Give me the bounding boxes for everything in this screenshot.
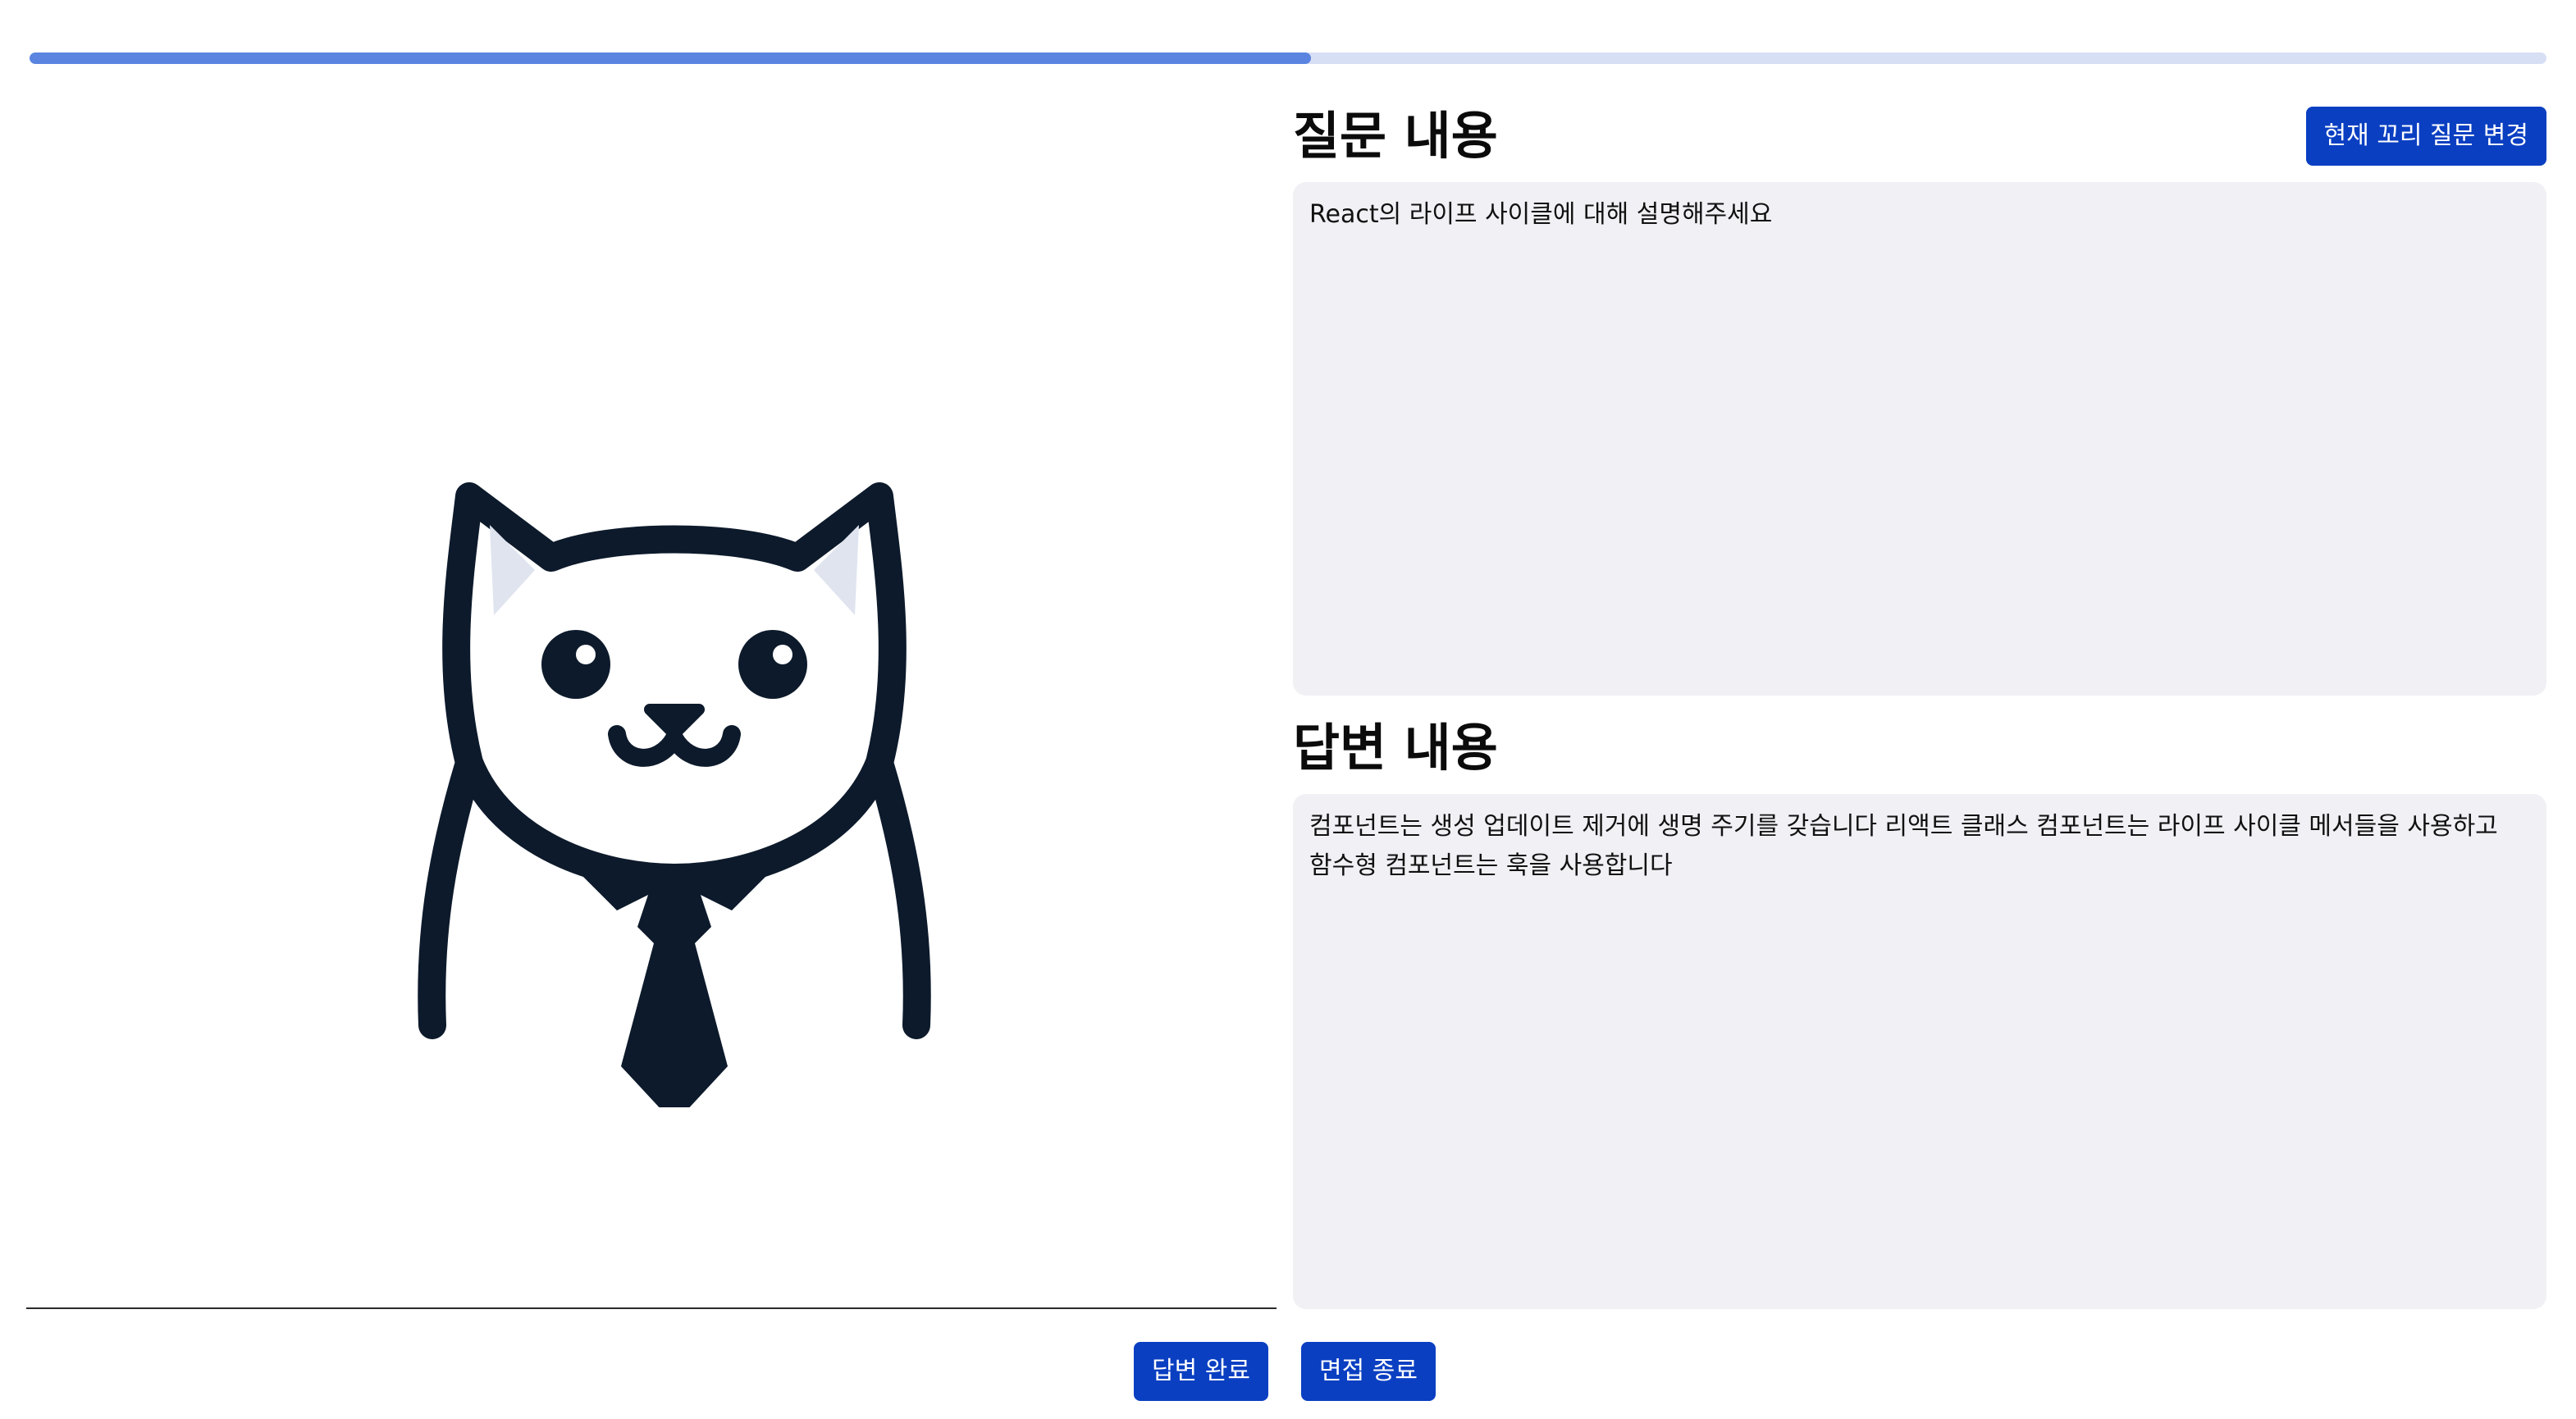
answer-complete-button[interactable]: 답변 완료: [1134, 1342, 1268, 1401]
answer-header: 답변 내용: [1293, 719, 2546, 778]
question-title: 질문 내용: [1293, 106, 1498, 166]
cat-interviewer-icon: [418, 482, 931, 1107]
answer-title: 답변 내용: [1293, 718, 1498, 778]
answer-text-box[interactable]: 컴포넌트는 생성 업데이트 제거에 생명 주기를 갖습니다 리액트 클래스 컴포…: [1293, 794, 2546, 1309]
interviewer-avatar-area: [26, 90, 1277, 1307]
interview-page: 질문 내용 현재 꼬리 질문 변경 React의 라이프 사이클에 대해 설명해…: [0, 0, 2576, 1419]
change-follow-up-question-button[interactable]: 현재 꼬리 질문 변경: [2305, 107, 2546, 166]
question-text-box: React의 라이프 사이클에 대해 설명해주세요: [1293, 182, 2546, 696]
progress-bar: [30, 52, 2546, 64]
progress-bar-fill: [30, 52, 1311, 64]
end-interview-button[interactable]: 면접 종료: [1301, 1342, 1436, 1401]
avatar-divider: [26, 1307, 1277, 1309]
question-header: 질문 내용 현재 꼬리 질문 변경: [1293, 107, 2546, 166]
